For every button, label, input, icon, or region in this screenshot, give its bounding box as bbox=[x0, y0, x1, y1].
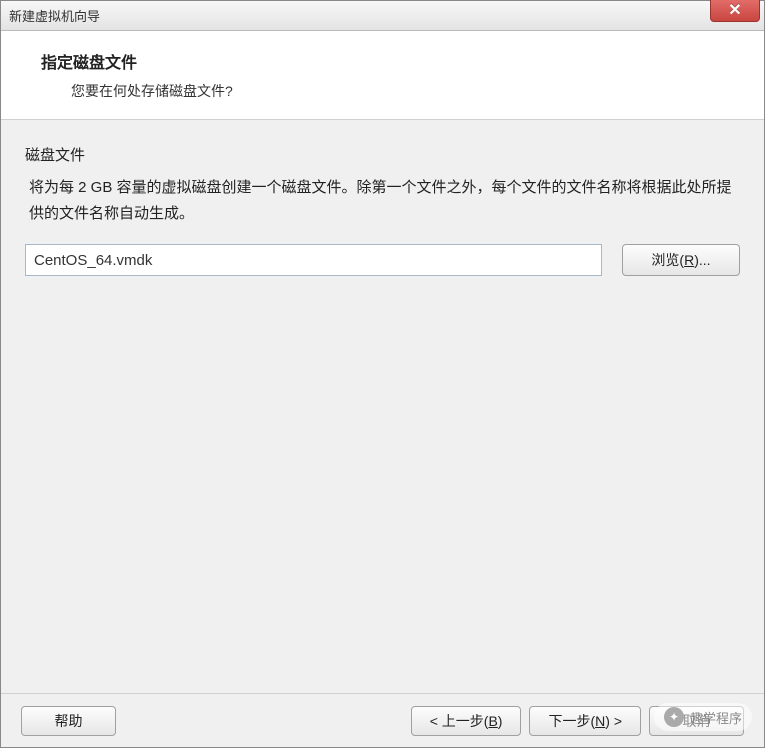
close-button[interactable]: ✕ bbox=[710, 0, 760, 22]
wizard-footer: 帮助 < 上一步(B) 下一步(N) > 取消 bbox=[1, 693, 764, 747]
back-button[interactable]: < 上一步(B) bbox=[411, 706, 522, 736]
page-subtitle: 您要在何处存储磁盘文件? bbox=[41, 81, 744, 101]
window-title: 新建虚拟机向导 bbox=[9, 6, 100, 25]
browse-button[interactable]: 浏览(R)... bbox=[622, 244, 740, 276]
disk-file-description: 将为每 2 GB 容量的虚拟磁盘创建一个磁盘文件。除第一个文件之外，每个文件的文… bbox=[25, 175, 740, 226]
disk-file-input[interactable] bbox=[25, 244, 602, 276]
titlebar: 新建虚拟机向导 ✕ bbox=[1, 1, 764, 31]
wizard-content: 磁盘文件 将为每 2 GB 容量的虚拟磁盘创建一个磁盘文件。除第一个文件之外，每… bbox=[1, 120, 764, 693]
page-title: 指定磁盘文件 bbox=[41, 49, 744, 73]
help-button[interactable]: 帮助 bbox=[21, 706, 116, 736]
file-input-row: 浏览(R)... bbox=[25, 244, 740, 276]
cancel-button[interactable]: 取消 bbox=[649, 706, 744, 736]
wizard-header: 指定磁盘文件 您要在何处存储磁盘文件? bbox=[1, 31, 764, 120]
disk-file-label: 磁盘文件 bbox=[25, 144, 740, 165]
close-icon: ✕ bbox=[728, 0, 741, 20]
wizard-window: 新建虚拟机向导 ✕ 指定磁盘文件 您要在何处存储磁盘文件? 磁盘文件 将为每 2… bbox=[0, 0, 765, 748]
next-button[interactable]: 下一步(N) > bbox=[529, 706, 641, 736]
